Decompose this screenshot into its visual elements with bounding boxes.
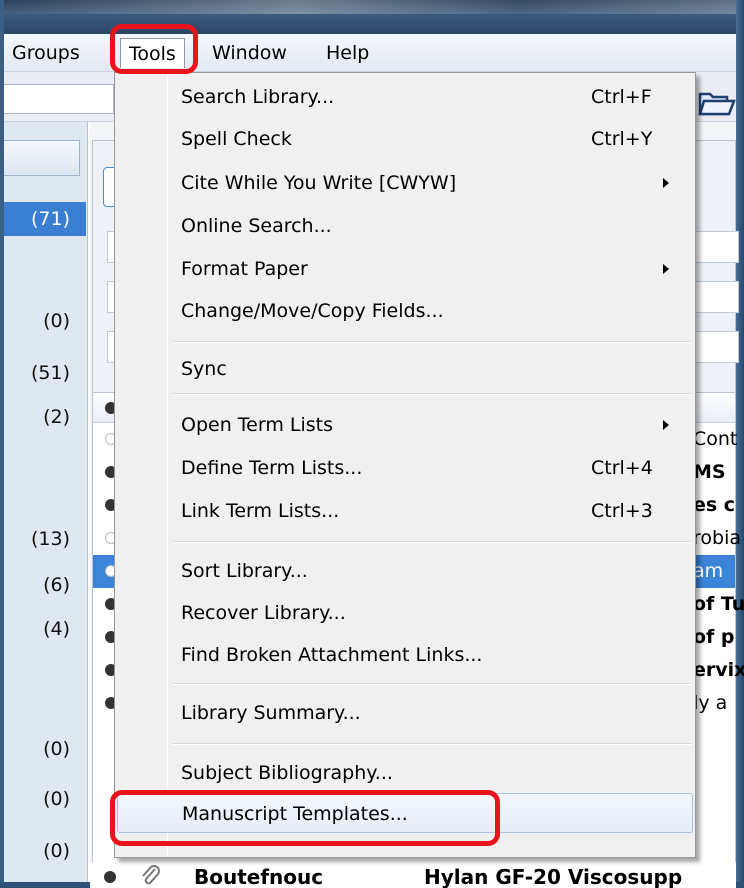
menu-item-online-search[interactable]: Online Search...	[117, 206, 693, 246]
menu-tools[interactable]: Tools	[120, 38, 185, 68]
menu-item-format-paper[interactable]: Format Paper	[117, 249, 693, 289]
group-count[interactable]: (0)	[4, 304, 86, 338]
menu-item-label: Link Term Lists...	[181, 500, 340, 522]
group-count[interactable]: (0)	[4, 732, 86, 766]
reference-title: Cont	[693, 428, 738, 450]
submenu-arrow-icon	[663, 264, 669, 274]
menu-item-search-library[interactable]: Search Library... Ctrl+F	[117, 77, 693, 117]
menu-item-cite-while-you-write[interactable]: Cite While You Write [CWYW]	[117, 163, 693, 203]
menu-item-label: Change/Move/Copy Fields...	[181, 300, 444, 322]
reference-title: Hylan GF-20 Viscosupp	[424, 865, 683, 888]
group-count[interactable]: (0)	[4, 834, 86, 868]
menu-item-label: Sync	[181, 358, 227, 380]
group-count[interactable]: (71)	[4, 202, 86, 236]
group-count[interactable]: (51)	[4, 356, 86, 390]
menu-item-shortcut: Ctrl+Y	[591, 128, 653, 150]
menu-item-label: Open Term Lists	[181, 414, 333, 436]
group-count[interactable]: (2)	[4, 400, 86, 434]
menu-item-manuscript-templates[interactable]: Manuscript Templates...	[117, 793, 693, 833]
menu-item-shortcut: Ctrl+4	[591, 457, 653, 479]
menu-help[interactable]: Help	[318, 38, 377, 68]
menu-item-label: Search Library...	[181, 86, 335, 108]
menu-item-shortcut: Ctrl+3	[591, 500, 653, 522]
menu-item-label: Sort Library...	[181, 560, 308, 582]
menu-item-label: Recover Library...	[181, 602, 346, 624]
menu-item-label: Find Broken Attachment Links...	[181, 644, 483, 666]
tools-menu: Search Library... Ctrl+F Spell Check Ctr…	[114, 72, 696, 858]
menu-item-label: Spell Check	[181, 128, 292, 150]
menu-bar: Groups Tools Window Help	[4, 34, 736, 72]
read-dot-icon	[104, 871, 116, 883]
reference-title: of p	[693, 626, 735, 648]
menu-item-sync[interactable]: Sync	[117, 349, 693, 389]
toolbar-search-field[interactable]	[4, 84, 114, 114]
paperclip-icon	[142, 865, 160, 885]
submenu-arrow-icon	[663, 178, 669, 188]
reference-author: Boutefnouc	[194, 865, 324, 888]
menu-item-link-term-lists[interactable]: Link Term Lists... Ctrl+3	[117, 491, 693, 531]
menu-separator	[173, 341, 691, 343]
menu-item-label: Subject Bibliography...	[181, 762, 393, 784]
menu-separator	[173, 393, 691, 395]
menu-item-define-term-lists[interactable]: Define Term Lists... Ctrl+4	[117, 448, 693, 488]
title-bar-gloss	[0, 0, 744, 14]
reference-title: es c	[693, 494, 736, 516]
menu-item-subject-bibliography[interactable]: Subject Bibliography...	[117, 753, 693, 793]
menu-item-find-broken-attachment-links[interactable]: Find Broken Attachment Links...	[117, 635, 693, 675]
menu-item-change-move-copy-fields[interactable]: Change/Move/Copy Fields...	[117, 291, 693, 331]
menu-separator	[173, 541, 691, 543]
menu-item-label: Manuscript Templates...	[182, 803, 408, 825]
window-title-bar	[0, 0, 744, 34]
group-count[interactable]: (6)	[4, 568, 86, 602]
groups-panel: (71) (0) (51) (2) (13) (6) (4) (0) (0) (…	[4, 122, 88, 882]
menu-item-label: Library Summary...	[181, 702, 361, 724]
menu-groups[interactable]: Groups	[4, 38, 88, 68]
menu-item-open-term-lists[interactable]: Open Term Lists	[117, 405, 693, 445]
menu-item-label: Cite While You Write [CWYW]	[181, 172, 457, 194]
menu-separator	[173, 743, 691, 745]
menu-item-label: Define Term Lists...	[181, 457, 363, 479]
submenu-arrow-icon	[663, 420, 669, 430]
menu-item-library-summary[interactable]: Library Summary...	[117, 693, 693, 733]
reference-title: am	[693, 560, 724, 582]
group-count[interactable]: (13)	[4, 522, 86, 556]
menu-item-shortcut: Ctrl+F	[591, 86, 652, 108]
folder-icon[interactable]	[698, 90, 738, 116]
group-count[interactable]: (4)	[4, 612, 86, 646]
group-count[interactable]: (0)	[4, 782, 86, 816]
menu-separator	[173, 683, 691, 685]
reference-title: of Tu	[693, 593, 744, 615]
groups-panel-header[interactable]	[4, 140, 80, 176]
menu-item-label: Online Search...	[181, 215, 332, 237]
reference-title: robia	[693, 527, 742, 549]
menu-item-label: Format Paper	[181, 258, 308, 280]
reference-title: MS	[693, 461, 726, 483]
menu-item-recover-library[interactable]: Recover Library...	[117, 593, 693, 633]
menu-item-sort-library[interactable]: Sort Library...	[117, 551, 693, 591]
menu-item-spell-check[interactable]: Spell Check Ctrl+Y	[117, 119, 693, 159]
reference-row-bottom[interactable]: Boutefnouc Hylan GF-20 Viscosupp	[90, 862, 736, 888]
reference-title: ervix	[693, 659, 744, 681]
menu-window[interactable]: Window	[204, 38, 295, 68]
